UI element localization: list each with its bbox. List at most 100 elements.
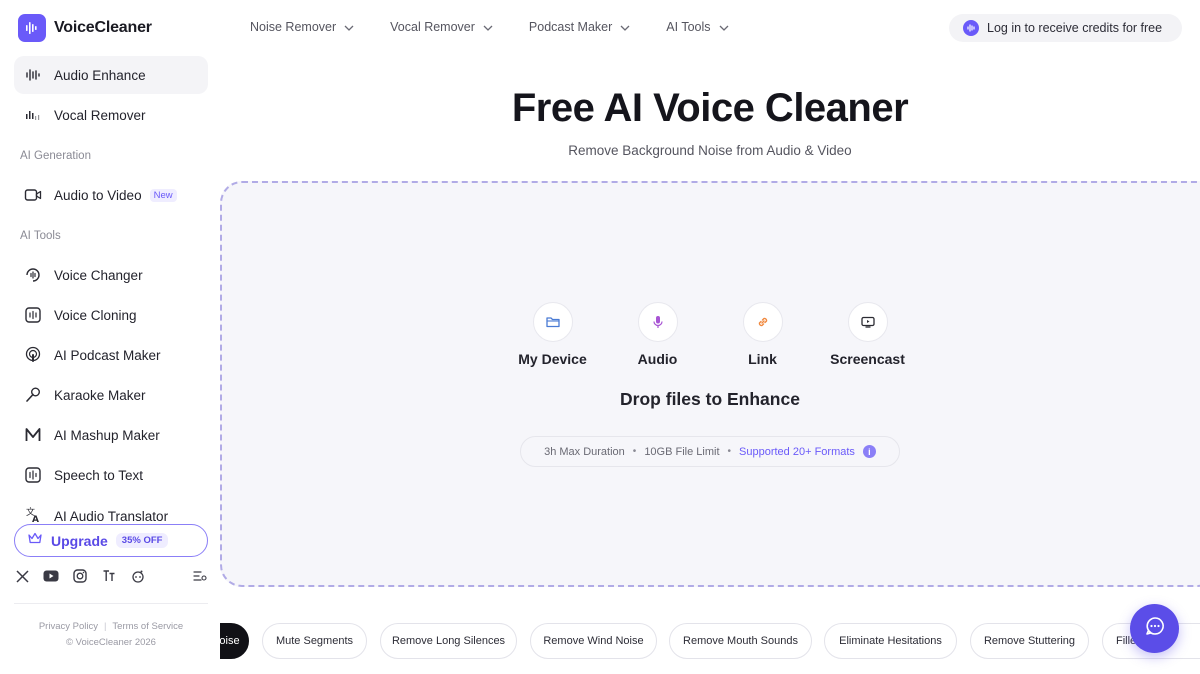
nav-label: Noise Remover	[250, 20, 337, 34]
feature-chip[interactable]: Eliminate Hesitations	[824, 623, 957, 659]
waveform-icon	[963, 20, 979, 36]
podcast-icon	[24, 346, 42, 364]
chevron-down-icon	[344, 20, 354, 34]
login-label: Log in to receive credits for free	[987, 21, 1163, 35]
sidebar-item-audio-enhance[interactable]: Audio Enhance	[14, 56, 208, 94]
copyright-text: © VoiceCleaner 2026	[66, 637, 156, 648]
file-size-limit: 10GB File Limit	[644, 445, 720, 458]
privacy-policy-link[interactable]: Privacy Policy	[39, 621, 98, 632]
feature-chip[interactable]: Remove Wind Noise	[530, 623, 657, 659]
feature-chips: oise Mute Segments Remove Long Silences …	[220, 622, 1200, 662]
sidebar-item-voice-changer[interactable]: Voice Changer	[14, 256, 208, 294]
crown-icon	[27, 531, 43, 550]
chip-label: Remove Stuttering	[983, 635, 1076, 647]
waveform-sparkle-icon	[24, 66, 42, 84]
login-button[interactable]: Log in to receive credits for free	[949, 14, 1182, 42]
upgrade-button[interactable]: Upgrade 35% OFF	[14, 524, 208, 557]
sidebar-item-speech-to-text[interactable]: Speech to Text	[14, 456, 208, 494]
feature-chip[interactable]: Remove Mouth Sounds	[669, 623, 812, 659]
chevron-down-icon	[483, 20, 493, 34]
duration-limit: 3h Max Duration	[544, 445, 625, 458]
source-label: Screencast	[830, 351, 905, 367]
sidebar-item-label: AI Podcast Maker	[54, 347, 161, 363]
source-screencast[interactable]: Screencast	[815, 302, 920, 367]
nav-podcast-maker[interactable]: Podcast Maker	[529, 20, 630, 34]
sidebar-item-label: Voice Changer	[54, 267, 143, 283]
mashup-m-icon	[24, 426, 42, 444]
speech-to-text-icon	[24, 466, 42, 484]
new-badge: New	[149, 188, 177, 202]
source-audio[interactable]: Audio	[605, 302, 710, 367]
nav-label: Podcast Maker	[528, 20, 613, 34]
folder-icon	[532, 302, 573, 342]
sidebar-item-ai-audio-translator[interactable]: 文A AI Audio Translator	[14, 496, 208, 524]
sidebar-item-label: Audio to Video	[54, 187, 142, 203]
social-links	[14, 568, 208, 584]
sidebar: VoiceCleaner Audio Enhance Vocal Remover…	[0, 0, 220, 674]
upload-limits: 3h Max Duration • 10GB File Limit • Supp…	[520, 436, 900, 467]
nav-label: Vocal Remover	[390, 20, 475, 34]
link-icon	[742, 302, 783, 342]
sidebar-item-karaoke-maker[interactable]: Karaoke Maker	[14, 376, 208, 414]
sidebar-item-ai-podcast-maker[interactable]: AI Podcast Maker	[14, 336, 208, 374]
chip-label: Remove Wind Noise	[543, 635, 644, 647]
feature-chip[interactable]: Remove Stuttering	[970, 623, 1089, 659]
page-title: Free AI Voice Cleaner	[511, 86, 909, 130]
chat-support-button[interactable]	[1130, 604, 1179, 653]
translate-icon: 文A	[24, 506, 42, 524]
bullet: •	[632, 446, 637, 457]
sidebar-item-label: Vocal Remover	[54, 107, 146, 123]
info-icon[interactable]: i	[862, 445, 876, 458]
sidebar-item-label: AI Mashup Maker	[54, 427, 160, 443]
nav-ai-tools[interactable]: AI Tools	[666, 20, 728, 34]
sidebar-item-label: Audio Enhance	[54, 67, 146, 83]
x-icon[interactable]	[14, 568, 30, 584]
drop-instruction: Drop files to Enhance	[620, 389, 800, 409]
sidebar-item-label: Voice Cloning	[54, 307, 137, 323]
upgrade-label: Upgrade	[51, 532, 108, 549]
source-label: Link	[748, 351, 777, 367]
sidebar-item-vocal-remover[interactable]: Vocal Remover	[14, 96, 208, 134]
sidebar-nav: Audio Enhance Vocal Remover AI Generatio…	[14, 56, 208, 526]
youtube-icon[interactable]	[43, 568, 59, 584]
supported-formats-link[interactable]: Supported 20+ Formats	[739, 446, 855, 458]
chip-label: Mute Segments	[275, 635, 354, 647]
voice-cloning-icon	[24, 306, 42, 324]
source-my-device[interactable]: My Device	[500, 302, 605, 367]
chip-label: Remove Mouth Sounds	[683, 635, 798, 647]
feature-chip[interactable]: Mute Segments	[262, 623, 367, 659]
file-dropzone[interactable]	[220, 181, 1200, 587]
sidebar-item-label: Speech to Text	[54, 467, 144, 483]
svg-text:A: A	[32, 515, 39, 524]
nav-noise-remover[interactable]: Noise Remover	[250, 20, 354, 34]
source-label: My Device	[518, 351, 587, 367]
menu-collapse-icon[interactable]	[192, 568, 208, 584]
sidebar-item-label: Karaoke Maker	[54, 387, 146, 403]
sidebar-item-label: AI Audio Translator	[54, 509, 169, 524]
upload-sources: My Device Audio Link Screencast	[500, 302, 920, 367]
page-subtitle: Remove Background Noise from Audio & Vid…	[568, 143, 852, 158]
sidebar-item-audio-to-video[interactable]: Audio to Video New	[14, 176, 208, 214]
chip-label: oise	[220, 635, 240, 647]
legal-footer: Privacy Policy | Terms of Service © VoiceC…	[14, 619, 208, 651]
source-label: Audio	[637, 351, 678, 367]
instagram-icon[interactable]	[72, 568, 88, 584]
video-icon	[24, 186, 42, 204]
chevron-down-icon	[620, 20, 630, 34]
brand-logo[interactable]: VoiceCleaner	[18, 14, 152, 42]
discount-badge: 35% OFF	[115, 533, 169, 548]
source-link[interactable]: Link	[710, 302, 815, 367]
feature-chip[interactable]: Remove Long Silences	[380, 623, 517, 659]
reddit-icon[interactable]	[130, 568, 146, 584]
bullet: •	[727, 446, 732, 457]
voice-changer-icon	[24, 266, 42, 284]
sidebar-item-ai-mashup-maker[interactable]: AI Mashup Maker	[14, 416, 208, 454]
terms-of-service-link[interactable]: Terms of Service	[112, 621, 183, 632]
feature-chip[interactable]: oise	[220, 623, 249, 659]
chevron-down-icon	[719, 20, 729, 34]
logo-icon	[18, 14, 46, 42]
nav-label: AI Tools	[666, 20, 711, 34]
tiktok-icon[interactable]	[101, 568, 117, 584]
sidebar-item-voice-cloning[interactable]: Voice Cloning	[14, 296, 208, 334]
nav-vocal-remover[interactable]: Vocal Remover	[390, 20, 493, 34]
